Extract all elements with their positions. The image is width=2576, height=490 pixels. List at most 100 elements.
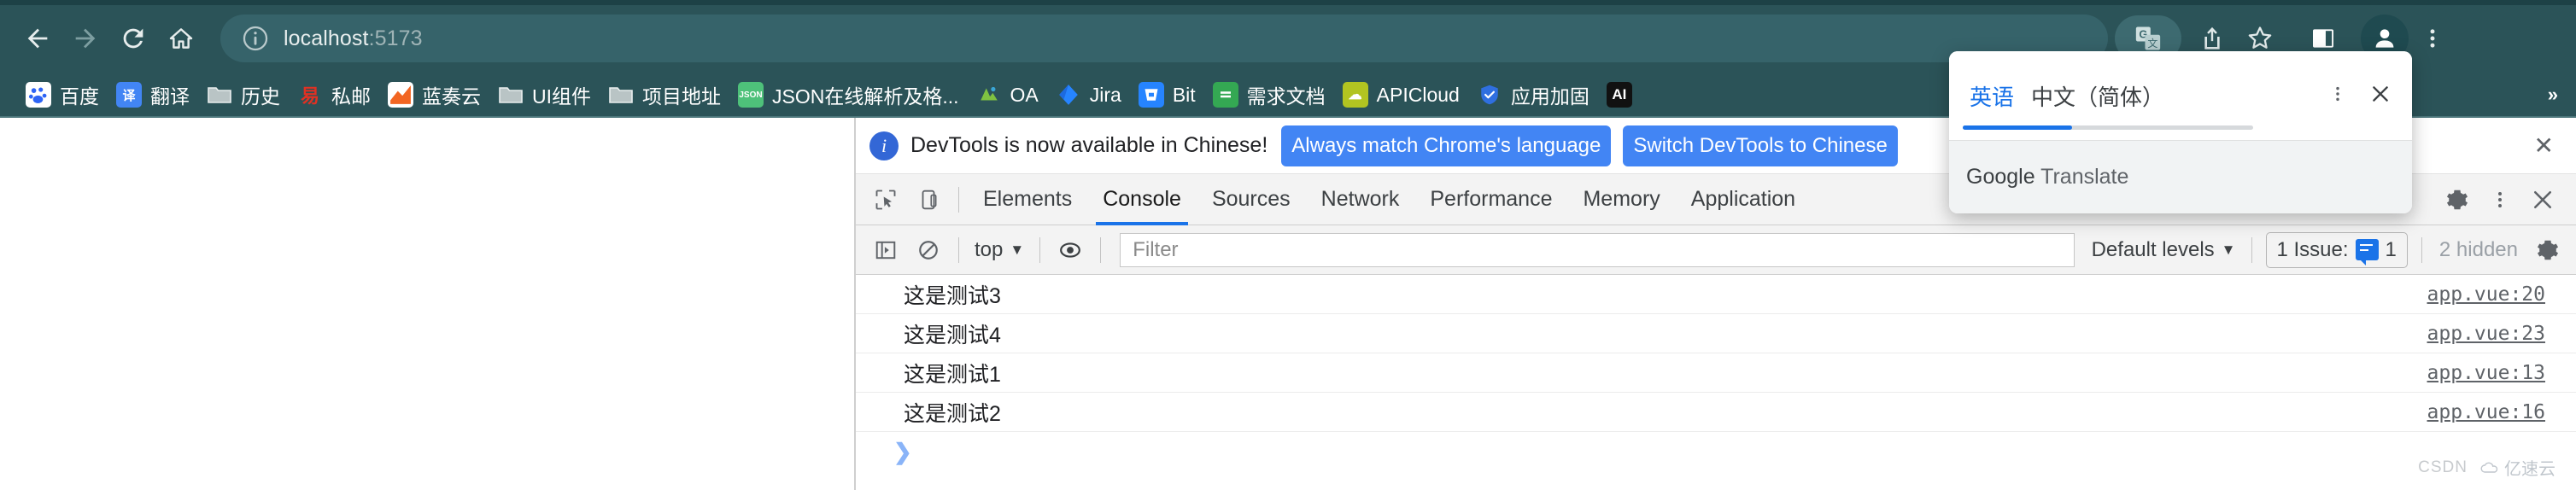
cloud-icon xyxy=(2480,462,2498,473)
bookmark-item-translate[interactable]: 译 翻译 xyxy=(108,76,198,114)
console-row[interactable]: 这是测试3 app.vue:20 xyxy=(856,275,2576,314)
console-row[interactable]: 这是测试2 app.vue:16 xyxy=(856,393,2576,432)
translate-icon: 译 xyxy=(116,82,142,108)
toolbar-divider xyxy=(1039,236,1041,263)
sheets-icon xyxy=(1212,82,1238,108)
shield-icon xyxy=(1477,82,1502,108)
translate-popup-header: 英语 中文（简体） xyxy=(1949,51,2412,140)
brand-google: Google xyxy=(1966,165,2035,189)
bookmark-label: 应用加固 xyxy=(1510,85,1590,108)
bookmark-label: 翻译 xyxy=(150,85,190,108)
tab-sources[interactable]: Sources xyxy=(1197,174,1306,225)
forward-button[interactable] xyxy=(61,15,109,62)
info-icon: i xyxy=(869,131,899,160)
folder-icon xyxy=(608,82,634,108)
console-message: 这是测试4 xyxy=(904,323,1001,347)
live-expression-icon xyxy=(1060,242,1081,258)
json-icon: JSON xyxy=(738,82,764,108)
home-button[interactable] xyxy=(157,15,205,62)
console-filter-input[interactable]: Filter xyxy=(1120,232,2075,267)
home-icon xyxy=(169,28,193,49)
bookmark-label: UI组件 xyxy=(532,85,591,108)
bookmark-label: 项目地址 xyxy=(642,85,721,108)
tab-performance[interactable]: Performance xyxy=(1414,174,1567,225)
device-toolbar-button[interactable] xyxy=(907,179,950,220)
device-toolbar-icon xyxy=(922,190,937,209)
banner-close-icon[interactable]: ✕ xyxy=(2534,133,2554,158)
reload-button[interactable] xyxy=(109,15,157,62)
console-input-prompt[interactable]: ❯ xyxy=(856,432,2576,471)
baidu-paw-icon xyxy=(26,82,51,108)
bookmark-item-app-hardening[interactable]: 应用加固 xyxy=(1468,76,1598,114)
issues-counter-button[interactable]: 1 Issue: 1 xyxy=(2265,231,2408,268)
always-match-language-button[interactable]: Always match Chrome's language xyxy=(1281,125,1612,166)
bookmark-item-private-mail[interactable]: 易 私邮 xyxy=(289,76,379,114)
tab-application[interactable]: Application xyxy=(1676,174,1811,225)
console-row[interactable]: 这是测试1 app.vue:13 xyxy=(856,353,2576,393)
back-button[interactable] xyxy=(14,15,61,62)
chevron-down-icon: ▼ xyxy=(2221,241,2236,258)
inspect-element-button[interactable] xyxy=(864,179,907,220)
log-levels-selector[interactable]: Default levels ▼ xyxy=(2085,238,2243,262)
watermark-csdn: CSDN xyxy=(2418,458,2468,476)
console-message: 这是测试2 xyxy=(904,401,1001,426)
ai-icon: AI xyxy=(1606,82,1632,108)
toolbar-divider xyxy=(2421,236,2422,263)
bookmark-item-ai[interactable]: AI xyxy=(1598,76,1649,114)
bookmark-label: JSON在线解析及格... xyxy=(772,85,959,108)
share-icon xyxy=(2204,26,2220,50)
bookmark-label: 百度 xyxy=(60,85,99,108)
bookmark-folder-ui-components[interactable]: UI组件 xyxy=(489,76,600,114)
clear-console-button[interactable] xyxy=(907,230,950,271)
site-info-icon[interactable] xyxy=(241,24,270,53)
bookmark-item-requirements-doc[interactable]: 需求文档 xyxy=(1204,76,1334,114)
bookmark-item-bit[interactable]: Bit xyxy=(1130,76,1204,114)
toolbar-divider xyxy=(958,236,959,263)
console-sidebar-button[interactable] xyxy=(864,230,907,271)
bookmark-item-jira[interactable]: Jira xyxy=(1047,76,1130,114)
translate-options-button[interactable] xyxy=(2316,73,2359,114)
screenshot-root: localhost:5173 G 文 百度 译 翻译 历史 易 私邮 蓝奏云 U… xyxy=(0,0,2576,490)
side-panel-icon xyxy=(2313,29,2333,48)
netease-mail-icon: 易 xyxy=(300,85,319,107)
bookmark-item-lanzou[interactable]: 蓝奏云 xyxy=(379,76,489,114)
bookmark-folder-history[interactable]: 历史 xyxy=(198,76,289,114)
close-icon xyxy=(2373,86,2388,102)
console-source-link[interactable]: app.vue:13 xyxy=(2427,362,2545,384)
chrome-menu-button[interactable] xyxy=(2409,15,2456,62)
console-source-link[interactable]: app.vue:20 xyxy=(2427,283,2545,306)
console-source-link[interactable]: app.vue:23 xyxy=(2427,323,2545,345)
devtools-settings-button[interactable] xyxy=(2436,179,2479,220)
tab-memory[interactable]: Memory xyxy=(1567,174,1675,225)
translate-popup-footer: Google Translate xyxy=(1949,140,2412,213)
console-row[interactable]: 这是测试4 app.vue:23 xyxy=(856,314,2576,353)
watermark-label: 亿速云 xyxy=(2504,460,2556,479)
chrome-menu-icon xyxy=(2430,29,2435,48)
bookmark-item-apicloud[interactable]: ☁ APICloud xyxy=(1334,76,1468,114)
bookmark-item-oa[interactable]: OA xyxy=(968,76,1047,114)
devtools-close-button[interactable] xyxy=(2521,179,2564,220)
translate-icon: G 文 xyxy=(2135,26,2161,50)
tab-console[interactable]: Console xyxy=(1087,174,1197,225)
console-toolbar: top ▼ Filter Default levels ▼ 1 Issue: 1… xyxy=(856,225,2576,275)
reload-icon xyxy=(123,28,143,49)
bookmark-label: 蓝奏云 xyxy=(422,85,481,108)
folder-icon xyxy=(498,82,524,108)
bookmark-folder-project-urls[interactable]: 项目地址 xyxy=(600,76,729,114)
bookmarks-overflow-button[interactable]: » xyxy=(2548,84,2558,106)
live-expression-button[interactable] xyxy=(1049,230,1092,271)
bookmark-item-baidu[interactable]: 百度 xyxy=(17,76,108,114)
switch-devtools-language-button[interactable]: Switch DevTools to Chinese xyxy=(1623,125,1898,166)
translate-popup-actions xyxy=(2316,51,2402,137)
devtools-tabbar-actions xyxy=(2436,174,2576,225)
address-bar[interactable]: localhost:5173 xyxy=(220,15,2108,62)
console-settings-button[interactable] xyxy=(2526,230,2569,271)
translate-close-button[interactable] xyxy=(2359,73,2402,114)
tab-elements[interactable]: Elements xyxy=(968,174,1087,225)
console-source-link[interactable]: app.vue:16 xyxy=(2427,401,2545,423)
bookmark-item-json-parser[interactable]: JSON JSON在线解析及格... xyxy=(729,76,968,114)
toolbar-divider xyxy=(2251,236,2252,263)
devtools-more-button[interactable] xyxy=(2479,179,2521,220)
tab-network[interactable]: Network xyxy=(1306,174,1415,225)
execution-context-selector[interactable]: top ▼ xyxy=(968,238,1031,262)
